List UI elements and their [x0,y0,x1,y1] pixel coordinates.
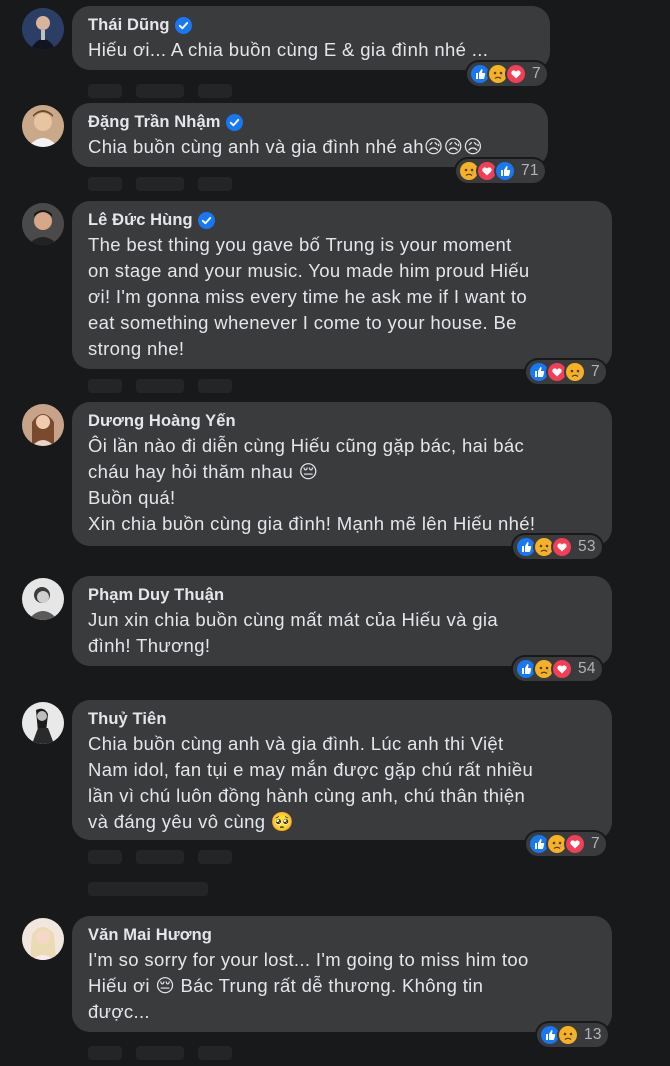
reaction-summary[interactable]: 13 [537,1023,608,1047]
reaction-count: 7 [532,65,541,82]
reaction-summary[interactable]: 54 [513,657,602,681]
avatar[interactable] [22,578,64,620]
verified-badge-icon [225,113,243,131]
comment-actions [88,379,232,393]
author-name[interactable]: Thuỷ Tiên [88,708,167,730]
love-reaction-icon [551,658,573,680]
comment-author[interactable]: Dương Hoàng Yến [88,410,596,432]
author-name[interactable]: Dương Hoàng Yến [88,410,236,432]
avatar[interactable] [22,702,64,744]
reaction-count: 71 [521,162,539,179]
comment-author[interactable]: Lê Đức Hùng [88,209,596,231]
comment-actions [88,84,232,98]
sad-reaction-icon [564,361,586,383]
reaction-summary[interactable]: 53 [513,535,602,559]
love-reaction-icon [564,833,586,855]
reaction-count: 54 [578,660,596,677]
timestamp[interactable] [198,84,232,98]
comment-actions [88,177,232,191]
view-replies-link[interactable] [88,882,208,896]
reaction-count: 53 [578,538,596,555]
comment-bubble: Dương Hoàng Yến Ôi lần nào đi diễn cùng … [72,402,612,546]
avatar[interactable] [22,8,64,50]
comment-actions [88,1046,232,1060]
comment-bubble: Văn Mai Hương I'm so sorry for your lost… [72,916,612,1032]
reply-action[interactable] [136,1046,184,1060]
comment-text: Hiếu ơi... A chia buồn cùng E & gia đình… [88,39,489,60]
verified-badge-icon [174,16,192,34]
timestamp[interactable] [198,177,232,191]
reaction-summary[interactable]: 71 [456,159,545,183]
comment-author[interactable]: Phạm Duy Thuận [88,584,596,606]
love-reaction-icon [551,536,573,558]
comment-bubble: Thuỷ Tiên Chia buồn cùng anh và gia đình… [72,700,612,840]
like-action[interactable] [88,1046,122,1060]
reaction-count: 7 [591,363,600,380]
author-name[interactable]: Đặng Trần Nhậm [88,111,221,133]
avatar[interactable] [22,918,64,960]
like-action[interactable] [88,850,122,864]
comment-bubble: Lê Đức Hùng The best thing you gave bố T… [72,201,612,369]
comment-text: Ôi lần nào đi diễn cùng Hiếu cũng gặp bá… [88,435,536,534]
comment-text: Chia buồn cùng anh và gia đình. Lúc anh … [88,733,534,832]
timestamp[interactable] [198,1046,232,1060]
comment-author[interactable]: Đặng Trần Nhậm [88,111,532,133]
reply-action[interactable] [136,850,184,864]
avatar[interactable] [22,404,64,446]
avatar[interactable] [22,105,64,147]
comment-bubble: Phạm Duy Thuận Jun xin chia buồn cùng mấ… [72,576,612,666]
avatar[interactable] [22,203,64,245]
comment-actions [88,850,232,864]
timestamp[interactable] [198,850,232,864]
like-reaction-icon [494,160,516,182]
reply-action[interactable] [136,84,184,98]
author-name[interactable]: Phạm Duy Thuận [88,584,224,606]
author-name[interactable]: Lê Đức Hùng [88,209,193,231]
comment-author[interactable]: Thuỷ Tiên [88,708,596,730]
timestamp[interactable] [198,379,232,393]
comment-text: Chia buồn cùng anh và gia đình nhé ah😥😥😥 [88,136,483,157]
like-action[interactable] [88,177,122,191]
love-reaction-icon [505,63,527,85]
like-action[interactable] [88,379,122,393]
comment-author[interactable]: Thái Dũng [88,14,534,36]
reaction-summary[interactable]: 7 [526,360,606,384]
reply-action[interactable] [136,177,184,191]
reply-action[interactable] [136,379,184,393]
reaction-summary[interactable]: 7 [467,62,547,86]
like-action[interactable] [88,84,122,98]
comment-bubble: Thái Dũng Hiếu ơi... A chia buồn cùng E … [72,6,550,70]
reaction-count: 7 [591,835,600,852]
comment-author[interactable]: Văn Mai Hương [88,924,596,946]
author-name[interactable]: Thái Dũng [88,14,170,36]
comment-text: The best thing you gave bố Trung is your… [88,234,530,359]
verified-badge-icon [197,211,215,229]
comment-bubble: Đặng Trần Nhậm Chia buồn cùng anh và gia… [72,103,548,167]
reaction-count: 13 [584,1026,602,1043]
reaction-summary[interactable]: 7 [526,832,606,856]
comment-text: I'm so sorry for your lost... I'm going … [88,949,529,1022]
comment-text: Jun xin chia buồn cùng mất mát của Hiếu … [88,609,498,656]
author-name[interactable]: Văn Mai Hương [88,924,212,946]
sad-reaction-icon [557,1024,579,1046]
